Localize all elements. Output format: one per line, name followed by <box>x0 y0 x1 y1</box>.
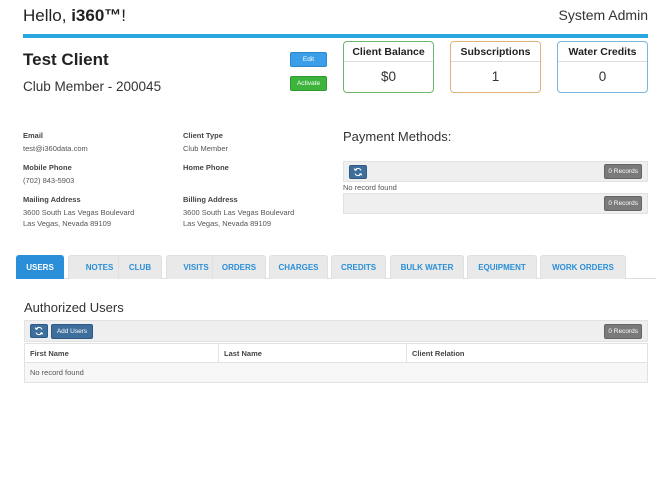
mailing-address-label: Mailing Address <box>23 195 81 204</box>
client-balance-title: Client Balance <box>344 42 433 62</box>
users-records-badge: 0 Records <box>604 324 642 339</box>
tab-orders[interactable]: ORDERS <box>212 255 266 279</box>
tab-charges[interactable]: CHARGES <box>269 255 328 279</box>
column-last-name[interactable]: Last Name <box>218 344 406 363</box>
tab-work-orders[interactable]: WORK ORDERS <box>540 255 626 279</box>
edit-button[interactable]: Edit <box>290 52 327 67</box>
home-phone-label: Home Phone <box>183 163 229 172</box>
username: i360™ <box>71 6 122 25</box>
activate-button[interactable]: Activate <box>290 76 327 91</box>
tab-users[interactable]: USERS <box>16 255 64 279</box>
tab-bulk-water[interactable]: BULK WATER <box>390 255 464 279</box>
payment-methods-footer: 0 Records <box>343 193 648 214</box>
greeting-prefix: Hello, <box>23 6 72 25</box>
email-label: Email <box>23 131 44 140</box>
mailing-address-line2: Las Vegas, Nevada 89109 <box>23 219 111 228</box>
water-credits-title: Water Credits <box>558 42 647 62</box>
authorized-users-toolbar: Add Users 0 Records <box>24 320 648 342</box>
table-row: No record found <box>24 363 648 383</box>
payment-methods-toolbar: 0 Records <box>343 161 648 182</box>
header-accent-bar <box>23 34 648 38</box>
refresh-icon[interactable] <box>30 324 48 338</box>
mobile-phone-label: Mobile Phone <box>23 163 72 172</box>
client-balance-value: $0 <box>380 69 397 84</box>
tab-club[interactable]: CLUB <box>118 255 162 279</box>
client-tabs: USERS NOTES CLUB VISITS ORDERS CHARGES C… <box>16 255 656 279</box>
client-type-label: Client Type <box>183 131 223 140</box>
client-balance-card: Client Balance $0 <box>343 41 434 93</box>
billing-address-line1: 3600 South Las Vegas Boulevard <box>183 208 295 217</box>
refresh-icon[interactable] <box>349 165 367 179</box>
water-credits-card: Water Credits 0 <box>557 41 648 93</box>
authorized-users-table-header: First Name Last Name Client Relation <box>24 343 648 363</box>
column-client-relation[interactable]: Client Relation <box>406 344 647 363</box>
water-credits-value: 0 <box>598 69 607 84</box>
greeting: Hello, i360™! <box>23 6 126 26</box>
payment-records-badge: 0 Records <box>604 164 642 179</box>
mobile-phone-value: (702) 843-5903 <box>23 176 75 185</box>
email-value: test@i360data.com <box>23 144 88 153</box>
billing-address-label: Billing Address <box>183 195 238 204</box>
users-no-record: No record found <box>30 368 84 377</box>
payment-records-badge-footer: 0 Records <box>604 196 642 211</box>
greeting-suffix: ! <box>121 6 127 25</box>
column-first-name[interactable]: First Name <box>25 344 218 363</box>
billing-address-line2: Las Vegas, Nevada 89109 <box>183 219 271 228</box>
subscriptions-card: Subscriptions 1 <box>450 41 541 93</box>
tab-credits[interactable]: CREDITS <box>331 255 386 279</box>
payment-no-record: No record found <box>343 183 397 192</box>
subscriptions-title: Subscriptions <box>451 42 540 62</box>
payment-methods-title: Payment Methods: <box>343 129 452 144</box>
add-users-button[interactable]: Add Users <box>51 324 93 339</box>
role-label[interactable]: System Admin <box>559 7 648 23</box>
authorized-users-title: Authorized Users <box>24 300 124 315</box>
mailing-address-line1: 3600 South Las Vegas Boulevard <box>23 208 135 217</box>
client-name: Test Client <box>23 50 109 69</box>
client-type-value: Club Member <box>183 144 229 153</box>
tab-equipment[interactable]: EQUIPMENT <box>467 255 537 279</box>
subscriptions-value: 1 <box>491 69 500 84</box>
client-membership: Club Member - 200045 <box>23 79 162 94</box>
